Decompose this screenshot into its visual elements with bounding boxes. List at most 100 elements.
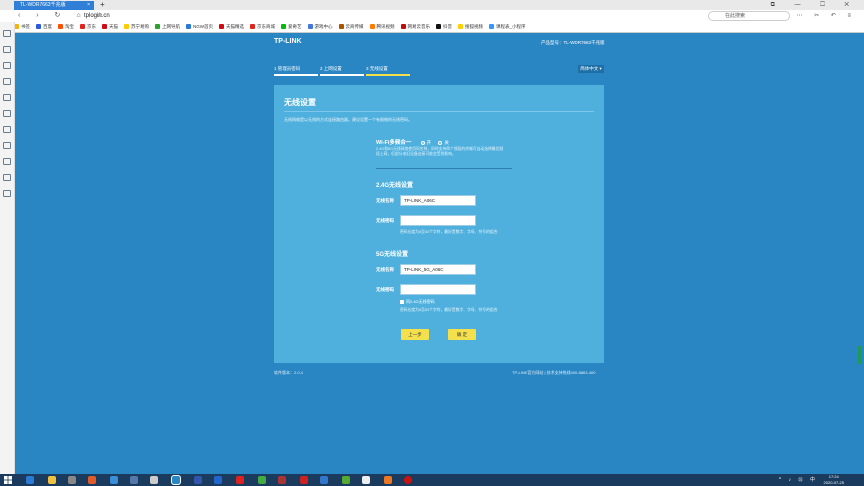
ssid-5g-input[interactable]: TP-LINK_5G_A06C: [400, 264, 476, 275]
sidebar-download-icon[interactable]: [3, 110, 11, 117]
app-icon[interactable]: [362, 476, 370, 484]
bookmark-label: 天猫精选: [226, 24, 244, 29]
app-icon[interactable]: [342, 476, 350, 484]
bookmark-item[interactable]: 京东商城: [250, 22, 275, 32]
sidebar-mail-icon[interactable]: [3, 78, 11, 85]
app-icon[interactable]: [320, 476, 328, 484]
sidebar-collection-icon[interactable]: [3, 30, 11, 37]
url-field[interactable]: tplogin.cn: [84, 10, 110, 22]
new-tab-button[interactable]: +: [100, 0, 105, 10]
footer-links[interactable]: TP-LINK官方网站 | 技术支持热线400-8863-400: [512, 370, 596, 376]
clock-date: 2020-07-25: [823, 480, 844, 485]
bookmark-item[interactable]: NGW首页: [186, 22, 213, 32]
wifi-merge-note: 2.4G和5G无线网络使用同名称，同时支持两个频段的终端可自动选择最优频段上网，…: [376, 147, 504, 156]
bookmark-item[interactable]: 网易云音乐: [400, 22, 430, 32]
bookmark-label: 搜狐视频: [465, 24, 483, 29]
pwd-5g-hint: 密码长度为8至63个字符，最好是数字、字母、符号的组合: [400, 308, 498, 312]
confirm-button[interactable]: 确 定: [448, 329, 476, 340]
ssid-24g-input[interactable]: TP-LINK_A06C: [400, 195, 476, 206]
sidebar-search-icon[interactable]: [3, 94, 11, 101]
bookmark-label: 游戏中心: [314, 24, 333, 29]
app-icon[interactable]: [404, 476, 412, 484]
sidebar-tools-icon[interactable]: [3, 174, 11, 181]
bookmark-item[interactable]: 天猫精选: [219, 22, 244, 32]
browser-tab[interactable]: TL-WDR7663千兆版 ×: [14, 1, 94, 10]
bookmark-item[interactable]: 课程表_小程序: [489, 22, 526, 32]
sidebar-book-icon[interactable]: [3, 62, 11, 69]
app-icon[interactable]: [194, 476, 202, 484]
bookmark-favicon-icon: [281, 24, 286, 30]
bookmark-favicon-icon: [489, 24, 494, 30]
bookmark-item[interactable]: 天猫: [102, 22, 118, 32]
page-description: 无线网络是以无线的方式连接路由器，建议设置一个有限制的无线密码。: [284, 117, 412, 122]
file-explorer-icon[interactable]: [48, 476, 56, 484]
checkbox-icon[interactable]: [400, 299, 404, 304]
edge-icon[interactable]: [26, 476, 34, 484]
bookmark-item[interactable]: 苏宁易购: [124, 22, 149, 32]
bookmark-favicon-icon: [219, 24, 224, 30]
product-model: 产品型号：TL-WDR7663千兆版: [541, 40, 605, 45]
window-controls[interactable]: ⧉ — ☐ ✕: [771, 0, 858, 10]
bookmark-item[interactable]: 淘宝: [58, 22, 74, 32]
sidebar-game-icon[interactable]: [3, 142, 11, 149]
bookmark-favicon-icon: [458, 24, 463, 30]
step-wireless: 3 无线设置: [366, 66, 388, 71]
app-icon[interactable]: [214, 476, 222, 484]
windows-taskbar: ^ ♪ ⊡ 中 17:24 2020-07-25: [0, 474, 864, 486]
clock[interactable]: 17:24 2020-07-25: [824, 474, 844, 486]
app-icon[interactable]: [236, 476, 244, 484]
bookmark-item[interactable]: 上网导航: [155, 22, 180, 32]
bookmark-item[interactable]: 京东: [80, 22, 96, 32]
bookmarks-bar: 书签 百度 淘宝 京东 天猫 苏宁易购 上网导航 NGW首页 天猫精选 京东商城 爱奇艺 游戏中心 云商…: [14, 22, 864, 33]
bookmark-favicon-icon: [186, 24, 191, 30]
tab-title: TL-WDR7663千兆版: [20, 2, 66, 8]
app-icon[interactable]: [278, 476, 286, 484]
wifi-merge-on-option[interactable]: 开: [420, 140, 433, 145]
app-icon[interactable]: [300, 476, 308, 484]
bookmark-item[interactable]: 游戏中心: [307, 22, 333, 32]
bookmark-item[interactable]: 百度: [36, 22, 52, 32]
search-input[interactable]: 在此搜索: [708, 11, 790, 21]
pwd-24g-input[interactable]: [400, 215, 476, 226]
section-divider: [376, 168, 512, 169]
app-icon[interactable]: [384, 476, 392, 484]
pwd-24g-label: 无线密码: [376, 218, 394, 223]
browser-sidebar: [0, 22, 15, 474]
bookmark-item[interactable]: 搜狐视频: [458, 22, 483, 32]
close-tab-icon[interactable]: ×: [87, 1, 90, 10]
sidebar-video-icon[interactable]: [3, 190, 11, 197]
bookmark-label: 苏宁易购: [131, 24, 149, 29]
wifi-merge-off-option[interactable]: 关: [438, 140, 449, 145]
bookmark-label: 淘宝: [65, 24, 74, 29]
app-icon[interactable]: [68, 476, 76, 484]
app-icon[interactable]: [110, 476, 118, 484]
system-tray[interactable]: ^ ♪ ⊡ 中: [779, 474, 818, 486]
windows-start-icon[interactable]: [3, 475, 13, 485]
step-progress-3: [366, 74, 410, 76]
toolbar-icons[interactable]: ⋯ ✂ ↶ ≡: [796, 10, 856, 22]
page-scroll-indicator[interactable]: [858, 346, 861, 364]
language-select[interactable]: 简体中文 ▾: [578, 65, 604, 73]
previous-button[interactable]: 上一步: [401, 329, 429, 340]
app-icon[interactable]: [258, 476, 266, 484]
sidebar-cart-icon[interactable]: [3, 126, 11, 133]
bookmark-item[interactable]: 抖音: [436, 22, 452, 32]
bookmark-item[interactable]: 爱奇艺: [281, 22, 302, 32]
bookmark-item[interactable]: 云商传媒: [338, 22, 364, 32]
bookmark-label: 课程表_小程序: [496, 24, 526, 29]
bookmark-favicon-icon: [102, 24, 107, 30]
bookmark-item[interactable]: 腾讯视频: [369, 22, 395, 32]
app-icon[interactable]: [150, 476, 158, 484]
bookmark-item[interactable]: 书签: [14, 22, 30, 32]
radio-off-icon[interactable]: [438, 140, 443, 145]
same-password-checkbox[interactable]: 同2.4G无线密码: [400, 299, 435, 305]
radio-on-icon[interactable]: [420, 140, 425, 145]
sidebar-chat-icon[interactable]: [3, 158, 11, 165]
active-browser-icon[interactable]: [172, 476, 180, 484]
bookmark-favicon-icon: [436, 24, 441, 30]
pwd-5g-input[interactable]: [400, 284, 476, 295]
sidebar-star-icon[interactable]: [3, 46, 11, 53]
pwd-24g-hint: 密码长度为8至63个字符，最好是数字、字母、符号的组合: [400, 230, 498, 234]
app-icon[interactable]: [130, 476, 138, 484]
browser-icon[interactable]: [88, 476, 96, 484]
